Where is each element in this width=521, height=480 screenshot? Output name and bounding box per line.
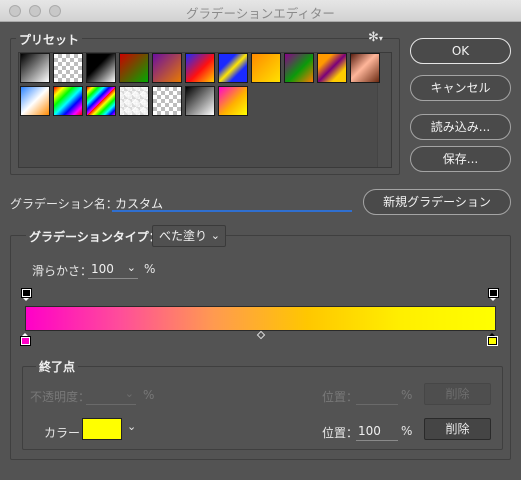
opacity-location-unit: % [401,388,413,402]
opacity-location-input [356,388,398,405]
color-stop-left[interactable] [20,333,31,346]
smoothness-label: 滑らかさ： [32,264,93,278]
color-location-input[interactable]: 100 [356,424,398,441]
opacity-stop-right[interactable] [488,288,499,301]
load-button[interactable]: 読み込み... [410,114,511,140]
opacity-stop-left[interactable] [21,288,32,301]
ok-button[interactable]: OK [410,38,511,64]
color-delete-button[interactable]: 削除 [424,418,491,440]
gradient-name-input[interactable]: カスタム [112,195,352,212]
opacity-input: ⌄ [86,387,136,405]
preset-swatch[interactable] [218,53,248,83]
new-gradient-button[interactable]: 新規グラデーション [363,189,511,215]
preset-swatch[interactable] [251,53,281,83]
preset-swatch[interactable] [86,86,116,116]
preset-swatch[interactable] [20,86,50,116]
chevron-down-icon: ⌄ [124,387,134,400]
chevron-down-icon[interactable]: ⌄ [127,420,136,433]
preset-swatch[interactable] [284,53,314,83]
preset-swatch[interactable] [53,86,83,116]
save-button[interactable]: 保存... [410,146,511,172]
window-title: グラデーションエディター [186,6,335,21]
opacity-delete-button[interactable]: 削除 [424,383,491,405]
preset-swatch[interactable] [317,53,347,83]
preset-swatch[interactable] [20,53,50,83]
color-location-unit: % [401,424,413,438]
color-location-label: 位置： [322,426,359,440]
smoothness-input[interactable]: 100 ⌄ [88,261,138,279]
gradient-name-value: カスタム [115,197,164,211]
title-bar: グラデーションエディター [0,0,521,22]
preset-swatch[interactable] [53,53,83,83]
color-stop-right[interactable] [487,333,498,346]
preset-swatch[interactable] [86,53,116,83]
opacity-location-label: 位置： [322,390,359,404]
gradient-name-label: グラデーション名： [10,197,118,211]
gradient-type-value: べた塗り [159,229,208,243]
smoothness-value: 100 [91,262,114,276]
gradient-bar[interactable] [25,306,496,331]
preset-swatch[interactable] [185,86,215,116]
preset-swatch[interactable] [152,86,182,116]
preset-swatch[interactable] [119,53,149,83]
opacity-label: 不透明度： [30,390,91,404]
gradient-type-select[interactable]: べた塗り ⌄ [152,225,226,247]
preset-swatch[interactable] [152,53,182,83]
chevron-down-icon: ⌄ [210,229,220,242]
cancel-button[interactable]: キャンセル [410,75,511,101]
preset-swatch[interactable] [218,86,248,116]
preset-swatch[interactable] [119,86,149,116]
chevron-down-icon[interactable]: ⌄ [127,261,136,274]
color-swatch[interactable] [82,418,122,440]
opacity-unit: % [143,388,155,402]
preset-swatch[interactable] [350,53,380,83]
stops-label: 終了点 [36,358,79,375]
gradient-type-label: グラデーションタイプ： [26,228,164,245]
preset-swatch[interactable] [185,53,215,83]
color-location-value: 100 [358,424,381,438]
gear-icon[interactable]: ✻▾ [368,30,383,45]
smoothness-unit: % [144,262,156,276]
presets-label: プリセット [16,31,83,48]
